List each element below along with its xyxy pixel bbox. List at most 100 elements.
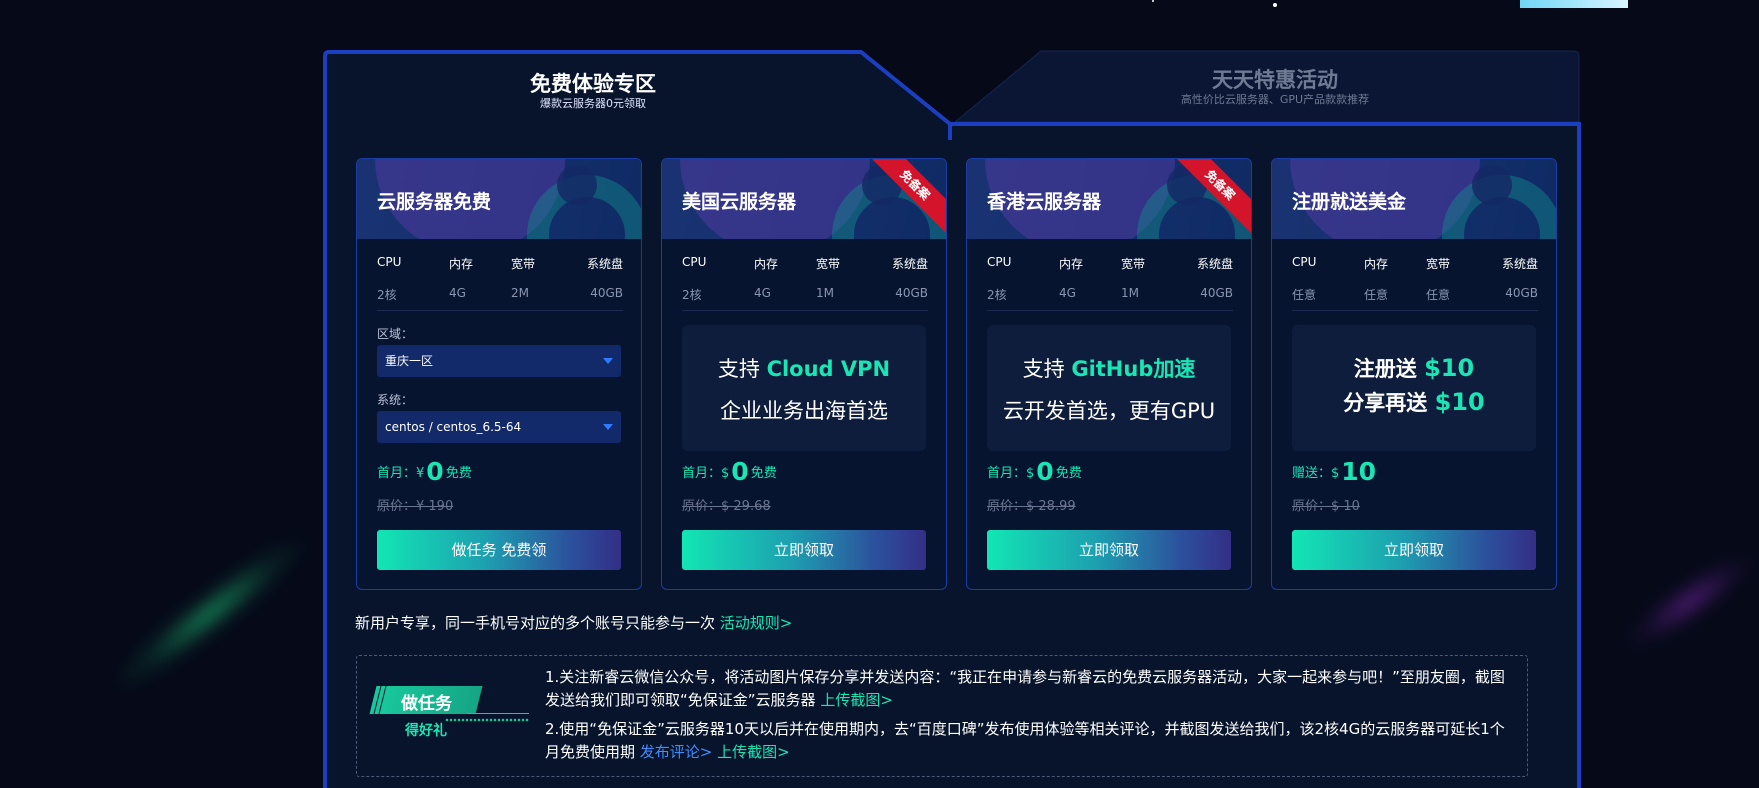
claim-button[interactable]: 立即领取 bbox=[1292, 530, 1536, 570]
task-sub-label: 得好礼 bbox=[405, 723, 447, 739]
product-card: 香港云服务器 免备案 CPU 内存 宽带 系统盘 2核 4G 1M 40GB 支… bbox=[966, 158, 1252, 590]
spec-table: CPU 内存 宽带 系统盘 2核 4G 1M 40GB bbox=[987, 255, 1233, 303]
promo-box: 支持 GitHub加速 云开发首选，更有GPU bbox=[987, 325, 1231, 451]
spec-value: 40GB bbox=[1200, 286, 1233, 300]
spec-value: 2核 bbox=[377, 288, 397, 302]
price-value: 0 bbox=[426, 457, 444, 486]
spec-header: 系统盘 bbox=[891, 257, 928, 271]
spec-value: 任意 bbox=[1292, 288, 1317, 302]
claim-task-button[interactable]: 做任务 免费领 bbox=[377, 530, 621, 570]
divider bbox=[987, 310, 1233, 311]
price: 首月：$0 免费 bbox=[682, 457, 777, 486]
spec-value: 任意 bbox=[1364, 288, 1389, 302]
spec-value: 2核 bbox=[987, 288, 1007, 302]
divider bbox=[1292, 310, 1538, 311]
price: 赠送：$10 bbox=[1292, 457, 1377, 486]
dotted-line-decoration bbox=[445, 718, 529, 722]
spec-header: 宽带 bbox=[1121, 257, 1146, 271]
price: 首月：¥0 免费 bbox=[377, 457, 472, 486]
glow-decoration bbox=[101, 520, 319, 706]
price-value: 0 bbox=[731, 457, 749, 486]
claim-button[interactable]: 立即领取 bbox=[682, 530, 926, 570]
caret-down-icon bbox=[603, 424, 613, 430]
divider bbox=[377, 310, 623, 311]
spec-value: 40GB bbox=[1505, 286, 1538, 300]
system-value: centos / centos_6.5-64 bbox=[385, 420, 522, 434]
spec-table: CPU 内存 宽带 系统盘 2核 4G 1M 40GB bbox=[682, 255, 928, 303]
divider bbox=[682, 310, 928, 311]
promo-box: 支持 Cloud VPN 企业业务出海首选 bbox=[682, 325, 926, 451]
spec-header: CPU bbox=[1292, 255, 1317, 269]
card-header: 云服务器免费 bbox=[357, 159, 641, 239]
price-value: 10 bbox=[1341, 457, 1377, 486]
spec-value: 4G bbox=[449, 286, 466, 300]
spec-header: 宽带 bbox=[816, 257, 841, 271]
spec-value: 40GB bbox=[590, 286, 623, 300]
spec-header: 系统盘 bbox=[1501, 257, 1538, 271]
spec-header: CPU bbox=[987, 255, 1012, 269]
task-badge: 做任务 bbox=[369, 686, 483, 714]
upload-screenshot-link[interactable]: 上传截图> bbox=[717, 743, 790, 761]
post-review-link[interactable]: 发布评论> bbox=[640, 743, 713, 761]
claim-button[interactable]: 立即领取 bbox=[987, 530, 1231, 570]
price: 首月：$0 免费 bbox=[987, 457, 1082, 486]
spec-value: 2M bbox=[511, 286, 529, 300]
spec-value: 任意 bbox=[1426, 288, 1451, 302]
region-value: 重庆一区 bbox=[385, 354, 434, 368]
spec-header: CPU bbox=[377, 255, 402, 269]
spec-header: 宽带 bbox=[511, 257, 536, 271]
caret-down-icon bbox=[603, 358, 613, 364]
star-decoration bbox=[1273, 3, 1277, 7]
promo-highlight: Cloud VPN bbox=[766, 357, 891, 381]
original-price: 原价：$ 29.68 bbox=[682, 499, 771, 514]
spec-header: 内存 bbox=[449, 257, 474, 271]
task-step-2: 2.使用“免保证金”云服务器10天以后并在使用期内，去“百度口碑”发布使用体验等… bbox=[545, 720, 1505, 761]
card-title: 注册就送美金 bbox=[1292, 191, 1407, 213]
tab-title: 天天特惠活动 bbox=[1212, 68, 1338, 92]
tab-subtitle: 高性价比云服务器、GPU产品款款推荐 bbox=[1180, 93, 1370, 106]
activity-rules-link[interactable]: 活动规则> bbox=[720, 614, 793, 632]
tab-subtitle: 爆款云服务器0元领取 bbox=[540, 97, 646, 110]
spec-value: 4G bbox=[754, 286, 771, 300]
spec-value: 40GB bbox=[895, 286, 928, 300]
promo-highlight: GitHub加速 bbox=[1071, 357, 1196, 381]
system-select[interactable]: centos / centos_6.5-64 bbox=[377, 411, 621, 443]
card-header: 注册就送美金 bbox=[1272, 159, 1556, 239]
original-price: 原价：$ 10 bbox=[1292, 499, 1360, 514]
spec-header: 内存 bbox=[1364, 257, 1389, 271]
product-card: 注册就送美金 CPU 内存 宽带 系统盘 任意 任意 任意 40GB 注册送 $… bbox=[1271, 158, 1557, 590]
spec-table: CPU 内存 宽带 系统盘 任意 任意 任意 40GB bbox=[1292, 255, 1538, 303]
promo-highlight: $10 bbox=[1424, 354, 1475, 382]
spec-value: 4G bbox=[1059, 286, 1076, 300]
spec-header: 系统盘 bbox=[586, 257, 623, 271]
glow-decoration bbox=[1616, 540, 1759, 662]
star-decoration bbox=[1152, 0, 1154, 2]
spec-table: CPU 内存 宽带 系统盘 2核 4G 2M 40GB bbox=[377, 255, 623, 303]
card-title: 香港云服务器 bbox=[987, 191, 1102, 213]
top-banner-strip bbox=[1520, 0, 1628, 8]
promo-box: 注册送 $10 分享再送 $10 bbox=[1292, 325, 1536, 451]
product-card: 美国云服务器 免备案 CPU 内存 宽带 系统盘 2核 4G 1M 40GB 支… bbox=[661, 158, 947, 590]
card-header: 香港云服务器 免备案 bbox=[967, 159, 1251, 239]
spec-header: 内存 bbox=[754, 257, 779, 271]
tab-free-trial[interactable]: 免费体验专区 爆款云服务器0元领取 bbox=[323, 50, 953, 140]
region-label: 区域： bbox=[377, 327, 414, 341]
task-step-1: 1.关注新睿云微信公众号，将活动图片保存分享并发送内容：“我正在申请参与新睿云的… bbox=[545, 668, 1505, 709]
new-user-notice: 新用户专享，同一手机号对应的多个账号只能参与一次 活动规则> bbox=[355, 614, 793, 632]
upload-screenshot-link[interactable]: 上传截图> bbox=[820, 691, 893, 709]
tab-daily-deals[interactable]: 天天特惠活动 高性价比云服务器、GPU产品款款推荐 bbox=[955, 50, 1580, 122]
panel-top-border bbox=[951, 122, 1581, 126]
spec-value: 2核 bbox=[682, 288, 702, 302]
system-label: 系统： bbox=[377, 393, 414, 407]
price-value: 0 bbox=[1036, 457, 1054, 486]
task-box: 做任务 得好礼 1.关注新睿云微信公众号，将活动图片保存分享并发送内容：“我正在… bbox=[356, 655, 1528, 777]
spec-header: CPU bbox=[682, 255, 707, 269]
spec-value: 1M bbox=[816, 286, 834, 300]
region-select[interactable]: 重庆一区 bbox=[377, 345, 621, 377]
spec-value: 1M bbox=[1121, 286, 1139, 300]
tab-title: 免费体验专区 bbox=[530, 72, 656, 96]
task-badge-label: 做任务 bbox=[401, 694, 452, 714]
promo-text: 云开发首选，更有GPU bbox=[1002, 399, 1216, 423]
product-card: 云服务器免费 CPU 内存 宽带 系统盘 2核 4G 2M 40GB 区域： 重… bbox=[356, 158, 642, 590]
card-header: 美国云服务器 免备案 bbox=[662, 159, 946, 239]
